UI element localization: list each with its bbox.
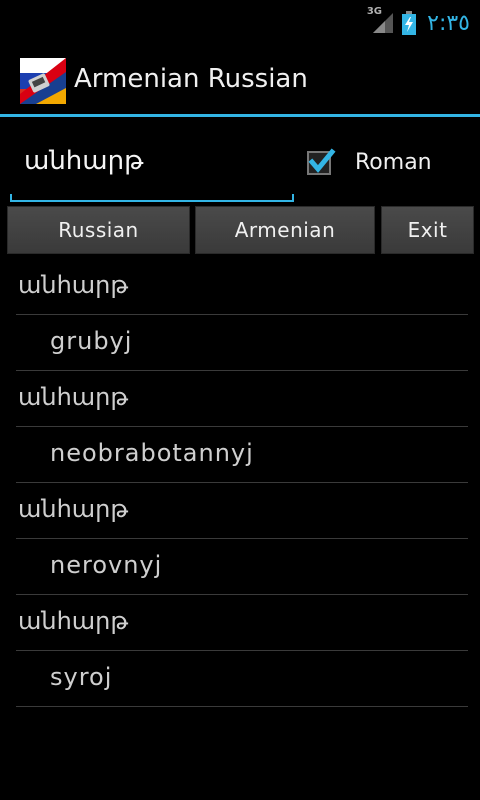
search-input-value[interactable]: անհարթ — [24, 146, 143, 176]
list-item[interactable]: neobrabotannyj — [16, 427, 468, 483]
list-item[interactable]: անհարթ — [16, 259, 468, 315]
roman-checkbox-label[interactable]: Roman — [355, 150, 432, 175]
app-title: Armenian Russian — [74, 64, 308, 94]
exit-button[interactable]: Exit — [381, 206, 474, 254]
list-item-translation: nerovnyj — [50, 551, 163, 579]
status-icons: ٢:٣٥ — [371, 8, 470, 38]
signal-icon — [373, 13, 394, 33]
status-bar: 3G ٢:٣٥ — [0, 0, 480, 44]
list-item-word: անհարթ — [18, 495, 129, 523]
list-item[interactable]: grubyj — [16, 315, 468, 371]
input-underline — [10, 194, 294, 202]
list-item[interactable]: անհարթ — [16, 595, 468, 651]
list-item[interactable]: անհարթ — [16, 371, 468, 427]
list-item-translation: grubyj — [50, 327, 133, 355]
clock: ٢:٣٥ — [427, 10, 470, 36]
list-item-translation: syroj — [50, 663, 113, 691]
russian-button[interactable]: Russian — [7, 206, 190, 254]
search-input[interactable]: անհարթ — [10, 130, 294, 202]
list-item[interactable]: անհարթ — [16, 483, 468, 539]
list-item-word: անհարթ — [18, 271, 129, 299]
list-item[interactable]: nerovnyj — [16, 539, 468, 595]
battery-charging-icon — [402, 11, 417, 35]
action-bar: Armenian Russian — [0, 44, 480, 116]
results-list: անհարթ grubyj անհարթ neobrabotannyj անհա… — [16, 259, 468, 707]
armenian-button[interactable]: Armenian — [195, 206, 375, 254]
action-bar-divider — [0, 114, 480, 117]
list-item[interactable]: syroj — [16, 651, 468, 707]
roman-checkbox[interactable] — [306, 148, 336, 178]
list-item-word: անհարթ — [18, 383, 129, 411]
armenia-russia-flag-icon[interactable] — [20, 58, 66, 104]
list-item-translation: neobrabotannyj — [50, 439, 254, 467]
list-item-word: անհարթ — [18, 607, 129, 635]
